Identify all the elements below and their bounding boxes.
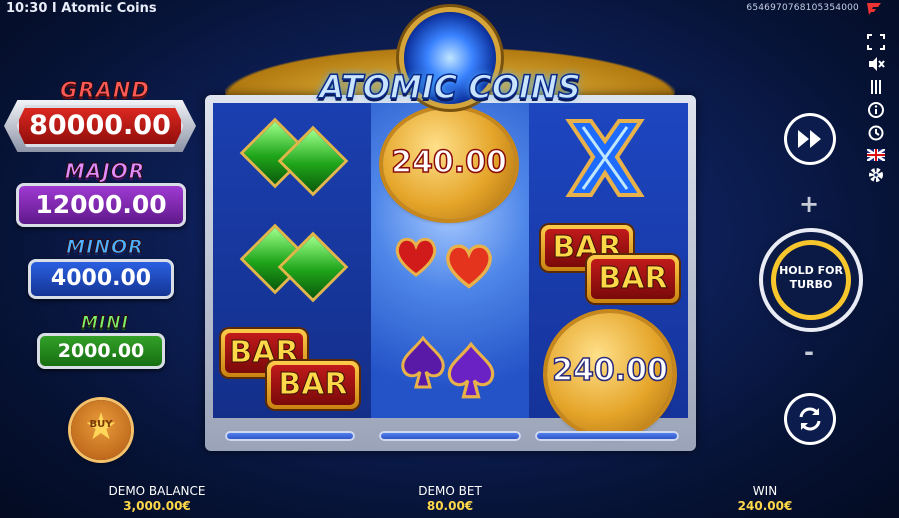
- reel-3: BAR BAR 240.00: [529, 103, 688, 435]
- balance-label: DEMO BALANCE: [108, 484, 206, 498]
- red-heart-icon: [395, 237, 437, 277]
- decrease-bet-button[interactable]: -: [792, 338, 826, 366]
- buy-label: BUY: [89, 419, 113, 430]
- coin-symbol: 240.00: [383, 109, 515, 219]
- reel-2-indicator: [379, 431, 521, 441]
- refresh-icon: [799, 407, 821, 431]
- minor-jackpot-label: MINOR: [66, 236, 144, 259]
- win-value: 240.00€: [737, 499, 793, 513]
- red-heart-icon: [446, 244, 492, 289]
- reel-1: BAR BAR: [213, 103, 371, 418]
- major-jackpot-label: MAJOR: [64, 159, 146, 184]
- provider-logo-icon: [867, 3, 881, 15]
- bar-label: BAR: [591, 259, 675, 299]
- grand-jackpot-value: 80000.00: [16, 105, 184, 147]
- settings-gear-icon[interactable]: [865, 166, 887, 184]
- fullscreen-icon[interactable]: [865, 34, 887, 52]
- turbo-label-line1: HOLD FOR: [779, 264, 843, 277]
- session-id: 6546970768105354000: [746, 3, 859, 13]
- turbo-label: HOLD FOR TURBO: [763, 264, 859, 292]
- mini-jackpot-label: MINI: [81, 313, 129, 334]
- coin-value: 240.00: [551, 352, 668, 389]
- turbo-label-line2: TURBO: [789, 278, 833, 291]
- blue-x-icon: [565, 119, 645, 197]
- reel-3-indicator: [535, 431, 679, 441]
- auto-spin-button[interactable]: [787, 396, 833, 442]
- coin-symbol: 240.00: [547, 313, 673, 435]
- reel-frame: BAR BAR 240.00 BAR BAR 240.00: [205, 95, 696, 451]
- fast-forward-icon: [798, 130, 821, 148]
- purple-spade-icon: [401, 335, 445, 389]
- reel-2: 240.00: [371, 103, 529, 418]
- coin-value: 240.00: [390, 144, 507, 181]
- sound-muted-icon[interactable]: [865, 56, 887, 74]
- major-jackpot-value: 12000.00: [16, 183, 186, 227]
- info-icon[interactable]: [865, 102, 887, 120]
- bet-label: DEMO BET: [418, 484, 482, 498]
- increase-bet-button[interactable]: +: [792, 190, 826, 218]
- mini-jackpot-value: 2000.00: [37, 333, 165, 369]
- buy-feature-button[interactable]: BUY: [71, 400, 131, 460]
- bar-symbol: BAR: [267, 361, 359, 409]
- purple-spade-icon: [447, 341, 495, 399]
- menu-icon[interactable]: [865, 79, 887, 97]
- bet-value: 80.00€: [426, 499, 474, 513]
- bar-symbol: BAR: [587, 255, 679, 303]
- reel-1-indicator: [225, 431, 355, 441]
- minor-jackpot-value: 4000.00: [28, 259, 174, 299]
- window-title: 10:30 I Atomic Coins: [6, 1, 157, 16]
- balance-value: 3,000.00€: [123, 499, 191, 513]
- autoplay-button[interactable]: [787, 116, 833, 162]
- game-logo: ATOMIC COINS: [318, 67, 581, 107]
- grand-jackpot-label: GRAND: [60, 78, 150, 103]
- bar-label: BAR: [271, 365, 355, 405]
- win-label: WIN: [752, 484, 778, 498]
- spin-turbo-button[interactable]: HOLD FOR TURBO: [763, 232, 859, 328]
- language-flag-icon[interactable]: [865, 147, 887, 165]
- history-icon[interactable]: [865, 125, 887, 143]
